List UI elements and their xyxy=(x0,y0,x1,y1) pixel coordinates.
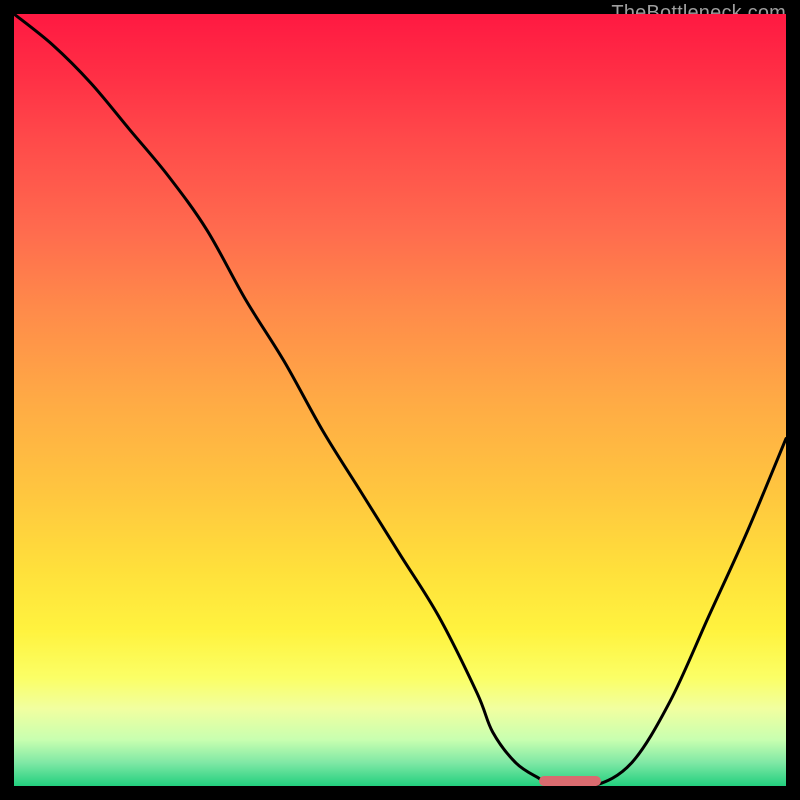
bottleneck-curve xyxy=(14,14,786,786)
bottleneck-chart: TheBottleneck.com xyxy=(0,0,800,800)
optimal-range-marker xyxy=(539,776,601,786)
plot-area xyxy=(14,14,786,786)
